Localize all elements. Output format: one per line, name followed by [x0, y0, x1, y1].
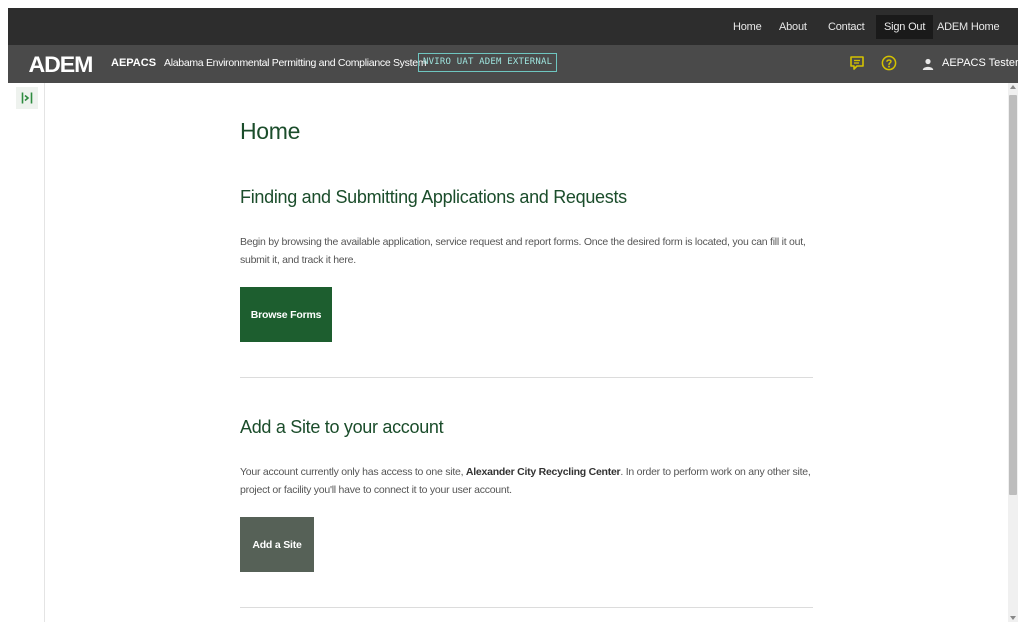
- scrollbar-thumb[interactable]: [1009, 95, 1017, 495]
- nav-about-link[interactable]: About: [779, 21, 807, 33]
- site-name: Alexander City Recycling Center: [465, 466, 621, 478]
- scroll-up-arrow-icon[interactable]: [1010, 85, 1016, 89]
- page: Home About Contact Sign Out ADEM Home AD…: [0, 0, 1025, 622]
- left-side-panel: [8, 83, 45, 622]
- adem-logo[interactable]: ADEM: [28, 52, 93, 78]
- forms-section-heading: Finding and Submitting Applications and …: [240, 187, 627, 207]
- section-divider: [240, 377, 813, 378]
- nav-contact-link[interactable]: Contact: [828, 21, 865, 33]
- expand-panel-button[interactable]: [16, 87, 38, 109]
- nav-adem-home-link[interactable]: ADEM Home: [937, 21, 1000, 33]
- environment-badge: NVIRO UAT ADEM EXTERNAL: [418, 53, 558, 72]
- site-section-text: Your account currently only has access t…: [240, 463, 815, 499]
- expand-panel-icon: [21, 92, 33, 104]
- site-section-heading: Add a Site to your account: [240, 417, 444, 437]
- add-site-button[interactable]: Add a Site: [240, 517, 314, 572]
- feedback-chat-icon[interactable]: [849, 55, 865, 71]
- sign-out-button[interactable]: Sign Out: [876, 14, 934, 39]
- scroll-down-arrow-icon[interactable]: [1010, 616, 1016, 620]
- browse-forms-button[interactable]: Browse Forms: [240, 287, 332, 342]
- page-title: Home: [240, 118, 301, 144]
- top-nav-bar: Home About Contact Sign Out ADEM Home: [8, 8, 1018, 45]
- nav-home-link[interactable]: Home: [733, 21, 762, 33]
- site-text-before: Your account currently only has access t…: [240, 466, 464, 478]
- app-header: ADEM AEPACS Alabama Environmental Permit…: [8, 45, 1019, 83]
- user-menu[interactable]: AEPACS Tester: [942, 57, 1019, 69]
- user-icon: [922, 58, 934, 70]
- forms-section-text: Begin by browsing the available applicat…: [240, 236, 806, 266]
- app-abbreviation: AEPACS: [111, 57, 157, 69]
- app-full-name: Alabama Environmental Permitting and Com…: [164, 57, 427, 69]
- top-nav: Home About Contact Sign Out ADEM Home: [8, 8, 1018, 45]
- section-divider: [240, 607, 813, 608]
- vertical-scrollbar[interactable]: [1008, 83, 1018, 622]
- help-circle-icon[interactable]: [881, 55, 897, 71]
